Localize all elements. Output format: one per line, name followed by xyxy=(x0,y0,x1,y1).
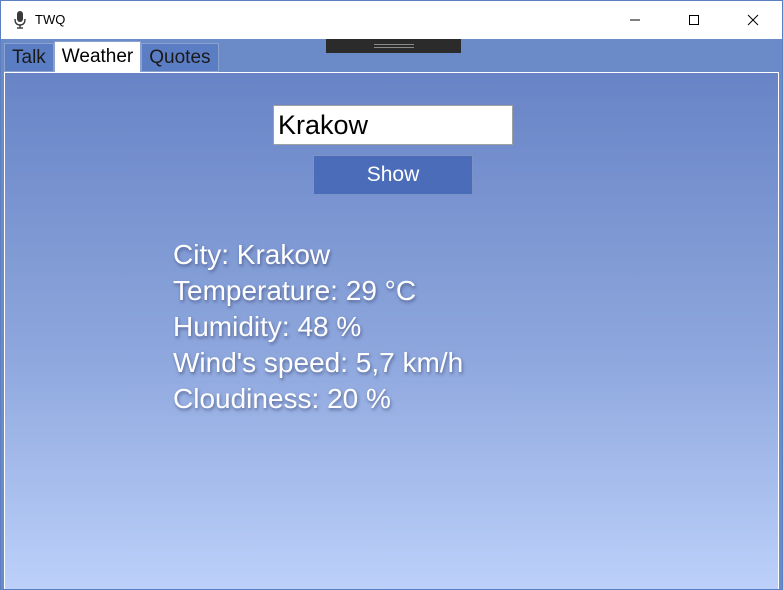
tab-quotes[interactable]: Quotes xyxy=(141,43,219,72)
wind-speed-text: Wind's speed: 5,7 km/h xyxy=(173,347,464,378)
city-input[interactable] xyxy=(273,105,513,145)
tab-talk[interactable]: Talk xyxy=(4,43,54,72)
close-button[interactable] xyxy=(730,1,776,39)
show-button[interactable]: Show xyxy=(313,155,473,195)
client-area: Talk Weather Quotes Show City: Krakow Te… xyxy=(1,39,782,589)
cloudiness-text: Cloudiness: 20 % xyxy=(173,383,391,414)
tab-weather[interactable]: Weather xyxy=(53,41,142,72)
grip-line xyxy=(374,44,414,45)
close-icon xyxy=(747,14,759,26)
microphone-icon xyxy=(14,11,26,29)
humidity-text: Humidity: 48 % xyxy=(173,311,362,342)
tab-strip: Talk Weather Quotes xyxy=(4,41,219,73)
title-bar[interactable]: TWQ xyxy=(1,1,782,39)
maximize-button[interactable] xyxy=(671,1,717,39)
minimize-icon xyxy=(630,19,640,21)
temperature-text: Temperature: 29 °C xyxy=(173,275,417,306)
drag-handle[interactable] xyxy=(326,39,461,53)
weather-info: City: Krakow Temperature: 29 °C Humidity… xyxy=(173,237,463,417)
window-title: TWQ xyxy=(35,12,66,27)
grip-line xyxy=(374,47,414,48)
app-window: TWQ Talk Weather Quotes Krakow Show City… xyxy=(0,0,783,590)
maximize-icon xyxy=(689,15,699,25)
weather-panel: Show City: Krakow Temperature: 29 °C Hum… xyxy=(4,72,779,589)
minimize-button[interactable] xyxy=(612,1,658,39)
city-text: City: Krakow xyxy=(173,239,331,270)
